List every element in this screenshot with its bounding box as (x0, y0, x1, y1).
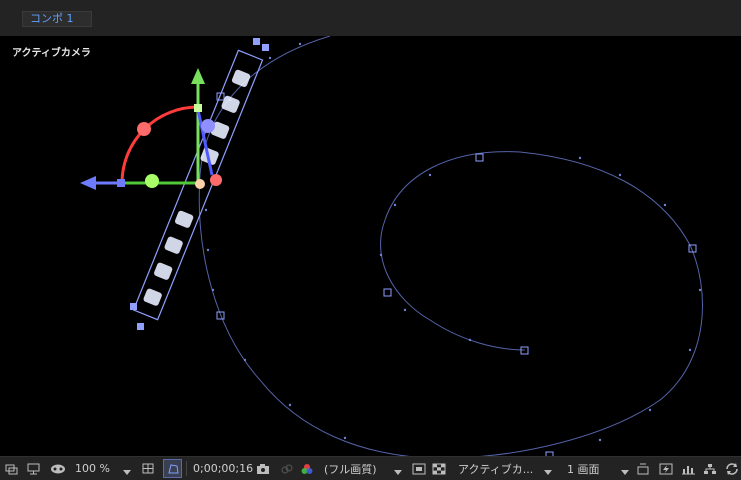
reset-exposure-button[interactable] (725, 457, 739, 480)
mask-icon (51, 464, 65, 473)
mask-visibility-button[interactable] (50, 457, 66, 480)
z-rotation-arc (120, 105, 199, 184)
comp-tab-bar: コンポ 1 (0, 0, 741, 36)
y-rotation-handle (145, 174, 159, 188)
timeline-button[interactable] (682, 457, 696, 480)
grid-guides-button[interactable] (142, 457, 156, 480)
zoom-dropdown[interactable]: 100 % (75, 457, 133, 480)
view-value: アクティブカ... (458, 462, 534, 476)
pixel-aspect-icon (637, 463, 649, 474)
region-of-interest-button[interactable] (412, 457, 426, 480)
motion-path (198, 36, 703, 456)
tab-comp-1[interactable]: コンポ 1 (22, 11, 92, 27)
layout-value: 1 画面 (567, 462, 600, 476)
show-snapshot-button[interactable] (280, 457, 294, 480)
region-icon (412, 463, 426, 474)
composition-viewer[interactable]: アクティブカメラ (0, 36, 741, 456)
fast-preview-button[interactable] (659, 457, 673, 480)
grid-icon (142, 463, 154, 473)
monitor-icon (27, 463, 40, 474)
x-rotation-handle (137, 122, 151, 136)
link-icon (281, 464, 293, 473)
keyframe-marker (520, 346, 529, 355)
monitor-button[interactable] (27, 457, 41, 480)
snapshot-button[interactable] (256, 457, 270, 480)
lightning-icon (659, 463, 673, 474)
resolution-value: (フル画質) (324, 462, 377, 476)
flowchart-icon (704, 463, 716, 474)
layout-dropdown[interactable]: 1 画面 (567, 457, 633, 480)
layer-handle (262, 44, 269, 51)
view-dropdown[interactable]: アクティブカ... (458, 457, 556, 480)
flowchart-button[interactable] (703, 457, 717, 480)
axis-handle (117, 179, 125, 187)
divider (186, 461, 187, 476)
checkerboard-icon (432, 463, 446, 474)
preview-icon (5, 464, 18, 474)
x-axis-arrow (80, 176, 96, 190)
camera-label: アクティブカメラ (12, 48, 91, 59)
layer-handle (253, 38, 260, 45)
y-axis-arrow (191, 68, 205, 84)
chevron-down-icon (617, 462, 631, 475)
keyframe-marker (383, 288, 392, 297)
refresh-icon (726, 462, 738, 475)
scene-canvas[interactable] (0, 36, 741, 456)
camera-icon (257, 463, 269, 474)
layer-handle (137, 323, 144, 330)
current-time[interactable]: 0;00;00;16 (193, 457, 253, 480)
rgb-channels-icon (301, 463, 313, 474)
toggle-pixel-aspect-button[interactable] (636, 457, 650, 480)
transparency-grid-button[interactable] (432, 457, 446, 480)
channel-button[interactable] (300, 457, 314, 480)
mask-path-toggle[interactable] (163, 459, 182, 478)
chevron-down-icon (390, 462, 404, 475)
anchor-point (195, 179, 205, 189)
mask-path-icon (167, 463, 179, 473)
zoom-value: 100 % (75, 462, 110, 475)
z-rotation-handle (201, 119, 215, 133)
anchor-point-handle (210, 174, 222, 186)
keyframe-marker (475, 153, 484, 162)
viewer-toolbar: 100 % 0;00;00;16 (フル画質) アクティブカ... 1 画面 (0, 456, 741, 480)
layer-handle (130, 303, 137, 310)
path-dots (204, 42, 702, 442)
chevron-down-icon (119, 462, 133, 475)
axis-handle (194, 104, 202, 112)
resolution-dropdown[interactable]: (フル画質) (324, 457, 408, 480)
timeline-icon (682, 465, 695, 474)
always-preview-button[interactable] (5, 457, 18, 480)
chevron-down-icon (540, 462, 554, 475)
